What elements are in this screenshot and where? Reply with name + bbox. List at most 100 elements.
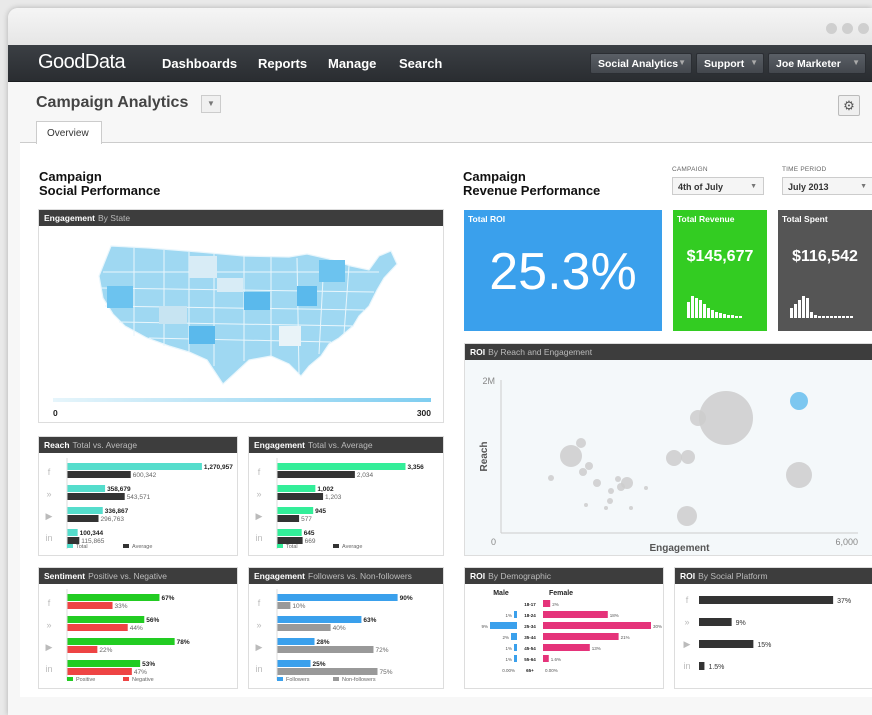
scatter-bubble[interactable]	[584, 503, 588, 507]
bar-male-45-54[interactable]	[514, 644, 517, 651]
bar-facebook-series2[interactable]	[277, 471, 355, 478]
bar-male-55-64[interactable]	[514, 655, 517, 662]
bar-female-18-17[interactable]	[543, 600, 551, 607]
nav-search[interactable]: Search	[399, 56, 442, 71]
chevron-down-icon[interactable]: ▼	[201, 95, 221, 113]
period-select[interactable]: July 2013 ▼	[782, 177, 872, 195]
bar-twitter-series1[interactable]	[277, 485, 316, 492]
scatter-bubble[interactable]	[644, 486, 648, 490]
bar-male-25-34[interactable]	[490, 622, 517, 629]
scatter-bubble[interactable]	[615, 476, 621, 482]
bar-linkedin-series2[interactable]	[67, 537, 80, 544]
bar-label-series2: 72%	[375, 647, 388, 654]
window-dot-icon[interactable]	[858, 23, 869, 34]
scatter-bubble[interactable]	[699, 391, 753, 445]
scatter-bubble[interactable]	[593, 479, 601, 487]
social-analytics-dropdown[interactable]: Social Analytics ▼	[590, 53, 692, 74]
demographic-chart[interactable]: Male Female 18-17 2% 18-24 1% 18% 25-34 9% 30% 35-…	[465, 584, 663, 688]
scatter-bubble[interactable]	[621, 477, 633, 489]
bar-female-55-64[interactable]	[543, 655, 549, 662]
bar-youtube[interactable]	[699, 640, 754, 648]
bar-male-35-44[interactable]	[511, 633, 517, 640]
scatter-bubble[interactable]	[677, 506, 697, 526]
kpi-total-revenue[interactable]: Total Revenue $145,677	[673, 210, 767, 331]
bar-youtube-series1[interactable]	[67, 638, 175, 645]
bar-linkedin-series2[interactable]	[277, 668, 378, 675]
bar-youtube-series2[interactable]	[67, 515, 99, 522]
bar-facebook-series1[interactable]	[67, 594, 160, 601]
gear-icon[interactable]: ⚙	[838, 95, 860, 116]
bar-chart[interactable]: f 3,356 2,034 » 1,0021,203 ▶ 945577 in 645669 Tot…	[249, 453, 443, 555]
bar-youtube-series1[interactable]	[67, 507, 103, 514]
bar-twitter[interactable]	[699, 618, 732, 626]
scatter-bubble[interactable]	[666, 450, 682, 466]
bar-youtube-series1[interactable]	[277, 638, 315, 645]
bar-facebook-series2[interactable]	[277, 602, 291, 609]
bar-facebook-series2[interactable]	[67, 471, 131, 478]
scatter-bubble[interactable]	[579, 468, 587, 476]
bar-youtube-series2[interactable]	[277, 515, 300, 522]
bar-chart[interactable]: f 90% 10% » 63% 40% ▶ 28% 72% in 25% 75% Followers No…	[249, 584, 443, 688]
bar-female-18-24[interactable]	[543, 611, 608, 618]
scatter-bubble[interactable]	[585, 462, 593, 470]
scatter-bubble[interactable]	[786, 462, 812, 488]
us-map[interactable]: 0 300	[39, 226, 443, 422]
bar-female-35-44[interactable]	[543, 633, 619, 640]
tab-overview[interactable]: Overview	[36, 121, 102, 144]
window-dot-icon[interactable]	[826, 23, 837, 34]
bar-linkedin[interactable]	[699, 662, 705, 670]
campaign-select[interactable]: 4th of July ▼	[672, 177, 764, 195]
scatter-bubble[interactable]	[681, 450, 695, 464]
bar-facebook-series1[interactable]	[67, 463, 202, 470]
bar-twitter-series2[interactable]	[67, 624, 128, 631]
scatter-bubble[interactable]	[560, 445, 582, 467]
revenue-heading: Campaign Revenue Performance	[463, 170, 600, 198]
bar-linkedin-series1[interactable]	[67, 529, 78, 536]
nav-dashboards[interactable]: Dashboards	[162, 56, 237, 71]
bar-facebook-series1[interactable]	[277, 463, 406, 470]
social-heading: Campaign Social Performance	[39, 170, 160, 198]
bar-twitter-series2[interactable]	[277, 493, 324, 500]
scatter-bubble[interactable]	[576, 438, 586, 448]
map-state-dark	[244, 292, 270, 310]
dropdown-label: Social Analytics	[598, 58, 679, 70]
bar-twitter-series1[interactable]	[67, 485, 106, 492]
bar-linkedin-series2[interactable]	[67, 668, 132, 675]
scatter-plot[interactable]: 2M 0 6,000 Engagement Reach	[465, 360, 872, 555]
bar-facebook-series2[interactable]	[67, 602, 113, 609]
user-menu-dropdown[interactable]: Joe Marketer ▼	[768, 53, 866, 74]
bar-facebook-series1[interactable]	[277, 594, 398, 601]
scatter-bubble[interactable]	[548, 475, 554, 481]
bar-youtube-series1[interactable]	[277, 507, 314, 514]
bar-youtube-series2[interactable]	[67, 646, 98, 653]
nav-manage[interactable]: Manage	[328, 56, 376, 71]
kpi-total-spent[interactable]: Total Spent $116,542	[778, 210, 872, 331]
nav-reports[interactable]: Reports	[258, 56, 307, 71]
kpi-total-roi[interactable]: Total ROI 25.3%	[464, 210, 662, 331]
gooddata-logo[interactable]: GoodData	[38, 51, 126, 74]
bar-male-18-24[interactable]	[514, 611, 517, 618]
bar-linkedin-series1[interactable]	[67, 660, 141, 667]
bar-linkedin-series1[interactable]	[277, 660, 311, 667]
support-dropdown[interactable]: Support ▼	[696, 53, 764, 74]
scatter-bubble[interactable]	[790, 392, 808, 410]
bar-chart[interactable]: f 1,270,957 600,342 » 358,679543,571 ▶ 336,867…	[39, 453, 237, 555]
bar-chart[interactable]: f 67% 33% » 56%44% ▶ 78% 22% in 53%47% Positive Neg…	[39, 584, 237, 688]
bar-twitter-series1[interactable]	[277, 616, 362, 623]
bar-twitter-series2[interactable]	[277, 624, 331, 631]
bar-youtube-series2[interactable]	[277, 646, 374, 653]
scatter-bubble[interactable]	[629, 506, 633, 510]
scatter-bubble[interactable]	[608, 488, 614, 494]
bar-twitter-series1[interactable]	[67, 616, 145, 623]
platform-chart[interactable]: f 37% » 9% ▶ 15% in 1.5%	[675, 584, 872, 688]
bar-linkedin-series1[interactable]	[277, 529, 302, 536]
bar-linkedin-series2[interactable]	[277, 537, 303, 544]
scatter-bubble[interactable]	[690, 410, 706, 426]
window-dot-icon[interactable]	[842, 23, 853, 34]
bar-twitter-series2[interactable]	[67, 493, 125, 500]
scatter-bubble[interactable]	[607, 498, 613, 504]
bar-facebook[interactable]	[699, 596, 834, 604]
bar-female-25-34[interactable]	[543, 622, 651, 629]
bar-female-45-54[interactable]	[543, 644, 590, 651]
scatter-bubble[interactable]	[604, 506, 608, 510]
